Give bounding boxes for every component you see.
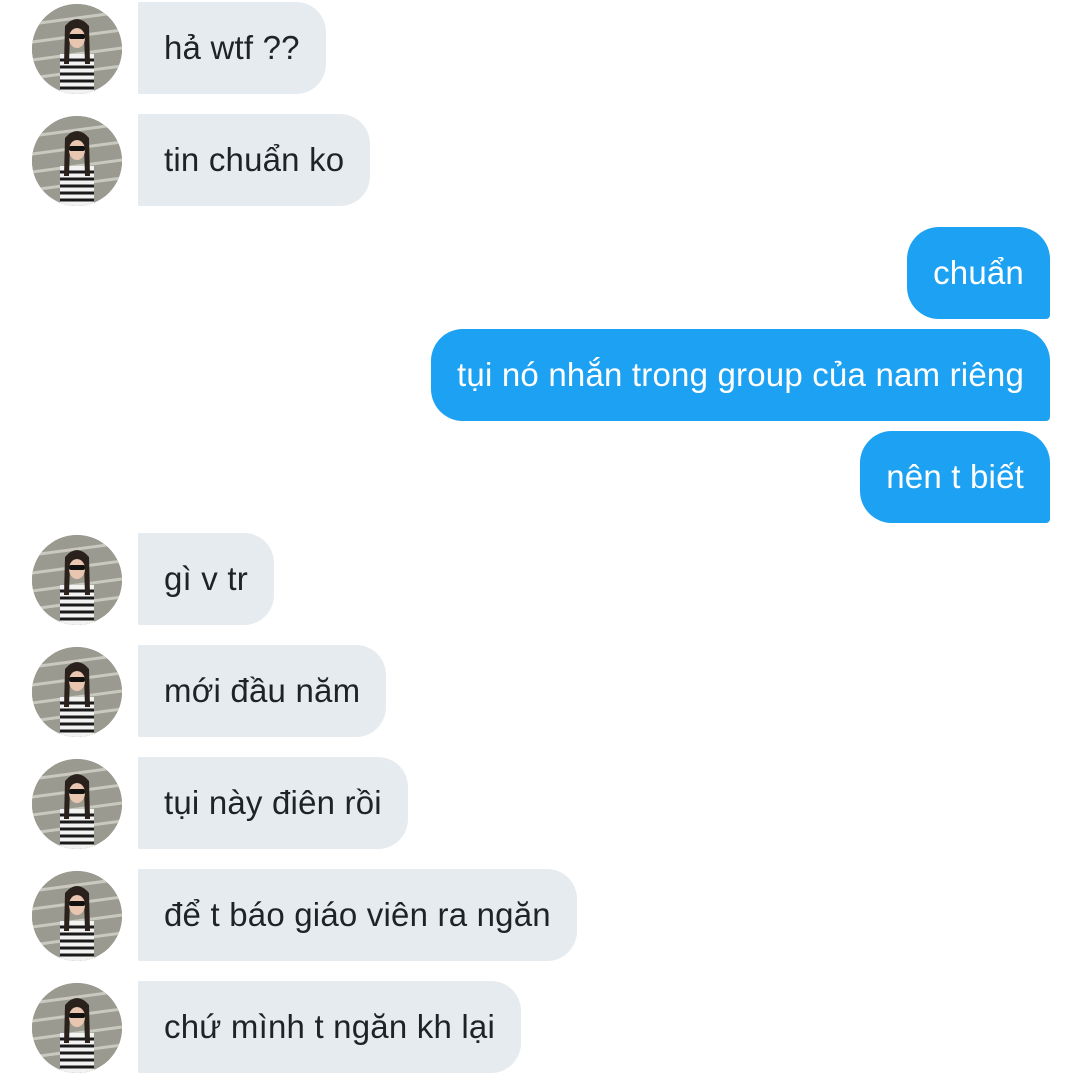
message-bubble-incoming[interactable]: mới đầu năm bbox=[138, 645, 387, 737]
message-bubble-incoming[interactable]: gì v tr bbox=[138, 533, 274, 625]
message-row-incoming: hả wtf ?? bbox=[0, 2, 1080, 94]
message-row-incoming: mới đầu năm bbox=[0, 645, 1080, 737]
message-bubble-outgoing[interactable]: chuẩn bbox=[907, 227, 1050, 319]
message-row-incoming: để t báo giáo viên ra ngăn bbox=[0, 869, 1080, 961]
message-bubble-incoming[interactable]: để t báo giáo viên ra ngăn bbox=[138, 869, 577, 961]
message-row-outgoing: tụi nó nhắn trong group của nam riêng bbox=[0, 329, 1080, 421]
message-bubble-incoming[interactable]: chứ mình t ngăn kh lại bbox=[138, 981, 522, 1073]
message-row-outgoing: nên t biết bbox=[0, 431, 1080, 523]
message-row-incoming: chứ mình t ngăn kh lại bbox=[0, 981, 1080, 1073]
message-row-incoming: tin chuẩn ko bbox=[0, 114, 1080, 206]
contact-avatar[interactable] bbox=[32, 647, 122, 737]
contact-avatar[interactable] bbox=[32, 759, 122, 849]
message-row-incoming: tụi này điên rồi bbox=[0, 757, 1080, 849]
contact-avatar-image bbox=[32, 871, 122, 961]
message-bubble-incoming[interactable]: tụi này điên rồi bbox=[138, 757, 408, 849]
message-bubble-incoming[interactable]: hả wtf ?? bbox=[138, 2, 326, 94]
contact-avatar-image bbox=[32, 983, 122, 1073]
contact-avatar[interactable] bbox=[32, 983, 122, 1073]
contact-avatar-image bbox=[32, 116, 122, 206]
contact-avatar-image bbox=[32, 535, 122, 625]
message-row-incoming: gì v tr bbox=[0, 533, 1080, 625]
message-bubble-outgoing[interactable]: nên t biết bbox=[860, 431, 1050, 523]
contact-avatar[interactable] bbox=[32, 4, 122, 94]
contact-avatar[interactable] bbox=[32, 871, 122, 961]
contact-avatar-image bbox=[32, 647, 122, 737]
message-thread: hả wtf ?? tin chuẩn ko chuẩn tụi nó nhắn… bbox=[0, 0, 1080, 1080]
message-bubble-outgoing[interactable]: tụi nó nhắn trong group của nam riêng bbox=[431, 329, 1050, 421]
message-bubble-incoming[interactable]: tin chuẩn ko bbox=[138, 114, 371, 206]
message-row-outgoing: chuẩn bbox=[0, 227, 1080, 319]
contact-avatar-image bbox=[32, 4, 122, 94]
contact-avatar[interactable] bbox=[32, 535, 122, 625]
contact-avatar-image bbox=[32, 759, 122, 849]
contact-avatar[interactable] bbox=[32, 116, 122, 206]
